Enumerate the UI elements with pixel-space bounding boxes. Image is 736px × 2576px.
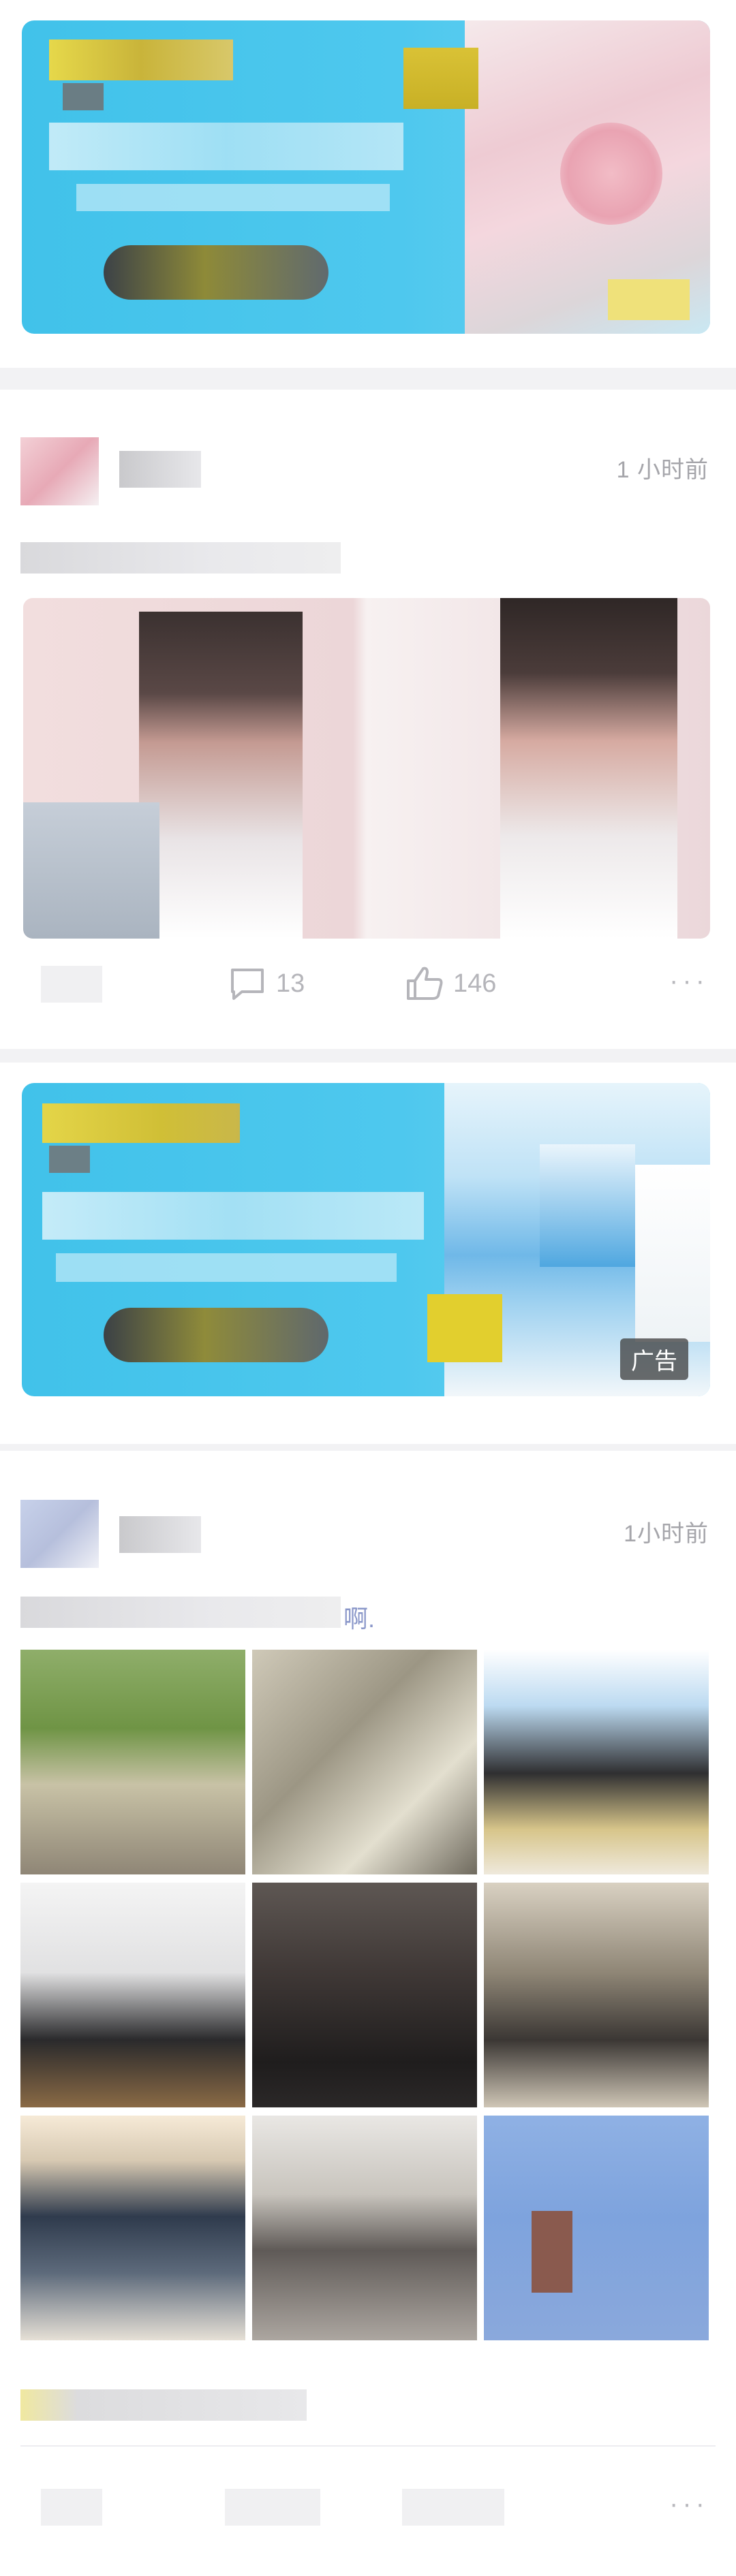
post-footer-blur <box>20 2389 307 2421</box>
post-card-1[interactable]: 1 小时前 13 146 ··· <box>0 390 736 1049</box>
grid-photo-4[interactable] <box>20 1883 245 2107</box>
ad-banner-button-blur[interactable] <box>104 245 328 300</box>
ad-product-carton <box>540 1144 635 1267</box>
grid-photo-8[interactable] <box>252 2116 477 2340</box>
ad-banner-2[interactable]: 广告 <box>22 1083 710 1396</box>
ad-banner-tag-blur <box>49 1146 90 1173</box>
post-caption-blur <box>20 542 341 574</box>
ad-banner-text-blur <box>42 1192 424 1240</box>
post-caption-blur <box>20 1597 341 1628</box>
thumbs-up-icon <box>405 966 444 1001</box>
grid-photo-7[interactable] <box>20 2116 245 2340</box>
username-blur[interactable] <box>119 451 201 488</box>
ad-banner-button-blur[interactable] <box>104 1308 328 1362</box>
comment-button[interactable]: 13 <box>228 966 305 1001</box>
divider <box>20 2445 716 2447</box>
avatar[interactable] <box>20 437 99 505</box>
ad-banner-price-blur <box>608 279 690 320</box>
avatar[interactable] <box>20 1500 99 1568</box>
grid-photo-9[interactable] <box>484 2116 709 2340</box>
photo-person-right <box>500 598 677 939</box>
more-icon[interactable]: ··· <box>669 966 709 996</box>
photo-figure <box>532 2211 572 2293</box>
ad-card-2[interactable]: 广告 <box>0 1063 736 1444</box>
like-count: 146 <box>453 969 497 998</box>
post-time: 1 小时前 <box>616 457 709 483</box>
more-icon[interactable]: ··· <box>669 2489 709 2519</box>
ad-card-1[interactable] <box>0 0 736 368</box>
ad-banner-title-blur <box>42 1103 240 1143</box>
ad-banner-price-blur <box>427 1294 502 1362</box>
comment-action-blur[interactable] <box>225 2489 320 2526</box>
ad-product-fan-hub <box>560 123 662 225</box>
ad-banner-badge-blur <box>403 48 478 109</box>
ad-label: 广告 <box>620 1338 688 1380</box>
photo-grid <box>20 1650 710 2342</box>
photo-shirt-left <box>23 802 159 939</box>
photo-person-left <box>139 612 303 939</box>
like-action-blur[interactable] <box>402 2489 504 2526</box>
share-action-blur[interactable] <box>41 2489 102 2526</box>
ad-banner-subtext-blur <box>76 184 390 211</box>
username-blur[interactable] <box>119 1516 201 1553</box>
grid-photo-1[interactable] <box>20 1650 245 1874</box>
ad-banner-tag-blur <box>63 83 104 110</box>
post-photo[interactable] <box>23 598 710 939</box>
grid-photo-3[interactable] <box>484 1650 709 1874</box>
like-button[interactable]: 146 <box>405 966 496 1001</box>
ad-product-rolls <box>635 1165 710 1342</box>
share-action-blur[interactable] <box>41 966 102 1003</box>
grid-photo-6[interactable] <box>484 1883 709 2107</box>
post-time: 1小时前 <box>624 1521 709 1547</box>
ad-banner-1[interactable] <box>22 20 710 334</box>
comment-icon <box>228 966 266 1001</box>
grid-photo-2[interactable] <box>252 1650 477 1874</box>
ad-banner-text-blur <box>49 123 403 170</box>
comment-count: 13 <box>276 969 305 998</box>
grid-photo-5[interactable] <box>252 1883 477 2107</box>
post-caption-tail: 啊. <box>343 1605 375 1633</box>
ad-banner-subtext-blur <box>56 1253 397 1282</box>
ad-banner-title-blur <box>49 40 233 80</box>
